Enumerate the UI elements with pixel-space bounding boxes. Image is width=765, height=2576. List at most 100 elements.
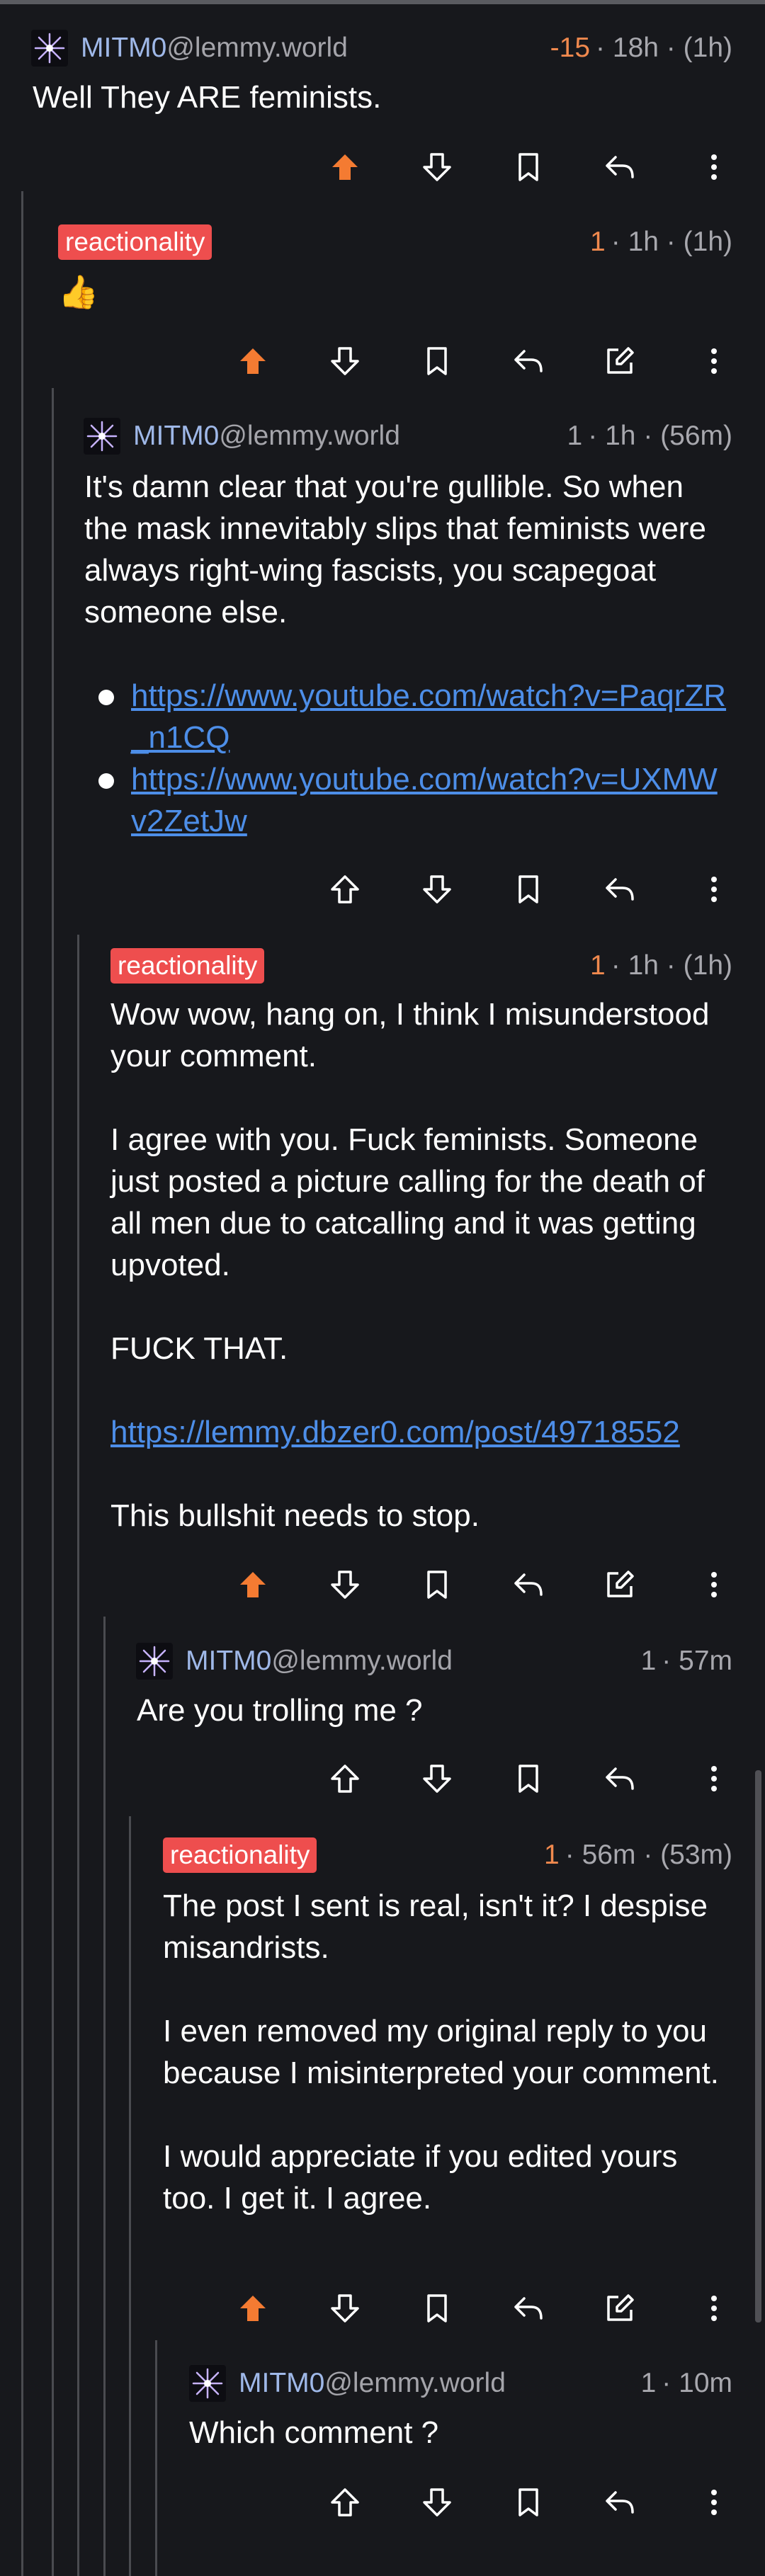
edit-button[interactable] xyxy=(599,340,641,382)
comment-actions xyxy=(0,1750,765,1807)
comment-meta: 1 · 56m · (53m) xyxy=(544,1834,732,1876)
downvote-button[interactable] xyxy=(416,868,458,911)
comment-actions xyxy=(0,2474,765,2531)
reply-icon xyxy=(606,1767,634,1790)
arrow-up-icon xyxy=(332,154,358,180)
timestamp: 10m xyxy=(679,2368,732,2398)
reply-button[interactable] xyxy=(599,146,641,188)
thread-line-1 xyxy=(21,191,23,2576)
comment-text: It's damn clear that you're gullible. So… xyxy=(84,469,706,629)
edited-time: (56m) xyxy=(660,421,732,451)
save-button[interactable] xyxy=(416,1563,458,1606)
comment-text: Well They ARE feminists. xyxy=(33,80,382,115)
upvote-button[interactable] xyxy=(232,2287,274,2330)
username-badge[interactable]: reactionality xyxy=(163,1837,317,1873)
youtube-link[interactable]: https://www.youtube.com/watch?v=UXMWv2Ze… xyxy=(131,762,718,838)
score: 1 xyxy=(590,227,606,257)
more-vertical-icon xyxy=(711,2296,717,2321)
upvote-button[interactable] xyxy=(324,2481,366,2524)
comment-meta: 1 · 1h · (56m) xyxy=(567,415,732,457)
avatar[interactable] xyxy=(31,30,68,67)
top-scrollbar-thumb[interactable] xyxy=(0,0,765,4)
reply-button[interactable] xyxy=(507,2287,550,2330)
username-badge[interactable]: reactionality xyxy=(58,224,212,260)
save-button[interactable] xyxy=(507,146,550,188)
reply-button[interactable] xyxy=(599,2481,641,2524)
avatar[interactable] xyxy=(136,1643,173,1680)
comment-header: MITM0 @lemmy.world xyxy=(31,27,348,69)
avatar[interactable] xyxy=(189,2365,226,2402)
username-badge[interactable]: reactionality xyxy=(110,948,265,984)
more-button[interactable] xyxy=(693,1757,735,1800)
author-name[interactable]: MITM0 xyxy=(133,421,219,452)
edit-button[interactable] xyxy=(599,2287,641,2330)
upvote-button[interactable] xyxy=(324,146,366,188)
timestamp: 18h xyxy=(612,33,659,63)
comment-text: FUCK THAT. xyxy=(110,1331,288,1366)
downvote-button[interactable] xyxy=(416,2481,458,2524)
save-button[interactable] xyxy=(416,340,458,382)
downvote-button[interactable] xyxy=(416,146,458,188)
reply-button[interactable] xyxy=(507,340,550,382)
upvote-button[interactable] xyxy=(232,340,274,382)
downvote-button[interactable] xyxy=(324,340,366,382)
upvote-button[interactable] xyxy=(232,1563,274,1606)
lemmy-post-link[interactable]: https://lemmy.dbzer0.com/post/49718552 xyxy=(110,1415,680,1449)
timestamp: 1h xyxy=(628,950,659,981)
link-list: https://www.youtube.com/watch?v=PaqrZR_n… xyxy=(84,675,729,842)
separator: · xyxy=(666,227,676,257)
downvote-button[interactable] xyxy=(324,1563,366,1606)
more-button[interactable] xyxy=(693,146,735,188)
arrow-up-icon xyxy=(240,1572,266,1597)
separator: · xyxy=(565,1840,574,1870)
upvote-button[interactable] xyxy=(324,868,366,911)
downvote-button[interactable] xyxy=(416,1757,458,1800)
comment-meta: 1 · 10m xyxy=(641,2362,732,2405)
more-button[interactable] xyxy=(693,340,735,382)
score: 1 xyxy=(544,1840,560,1870)
reply-button[interactable] xyxy=(507,1563,550,1606)
comment-header: MITM0 @lemmy.world xyxy=(189,2362,506,2405)
author-instance[interactable]: @lemmy.world xyxy=(271,1646,453,1677)
save-button[interactable] xyxy=(507,868,550,911)
edit-button[interactable] xyxy=(599,1563,641,1606)
thread-line-6 xyxy=(155,2340,157,2576)
more-button[interactable] xyxy=(693,2481,735,2524)
upvote-button[interactable] xyxy=(324,1757,366,1800)
reply-button[interactable] xyxy=(599,1757,641,1800)
author-name[interactable]: MITM0 xyxy=(186,1646,271,1677)
separator: · xyxy=(643,421,653,451)
more-button[interactable] xyxy=(693,868,735,911)
arrow-down-icon xyxy=(331,347,359,375)
youtube-link[interactable]: https://www.youtube.com/watch?v=PaqrZR_n… xyxy=(131,678,726,755)
separator: · xyxy=(662,1646,672,1676)
more-button[interactable] xyxy=(693,2287,735,2330)
author-name[interactable]: MITM0 xyxy=(81,33,166,64)
vertical-scrollbar[interactable] xyxy=(755,1770,761,2323)
comment-header: MITM0 @lemmy.world xyxy=(136,1640,453,1682)
thread-line-5 xyxy=(129,1816,131,2576)
save-button[interactable] xyxy=(507,1757,550,1800)
timestamp: 1h xyxy=(605,421,636,451)
author-instance[interactable]: @lemmy.world xyxy=(166,33,348,64)
comment-body: Well They ARE feminists. xyxy=(33,76,734,118)
author-instance[interactable]: @lemmy.world xyxy=(219,421,400,452)
comment-text: Wow wow, hang on, I think I misunderstoo… xyxy=(110,997,710,1073)
comment-text: I would appreciate if you edited yours t… xyxy=(163,2139,678,2216)
comment-meta: 1 · 1h · (1h) xyxy=(590,945,732,987)
comment-actions xyxy=(0,139,765,195)
arrow-up-icon xyxy=(240,2296,266,2321)
avatar[interactable] xyxy=(84,418,120,455)
downvote-button[interactable] xyxy=(324,2287,366,2330)
comment-text: The post I sent is real, isn't it? I des… xyxy=(163,1888,708,1965)
reply-button[interactable] xyxy=(599,868,641,911)
top-scrollbar[interactable] xyxy=(0,0,765,4)
save-button[interactable] xyxy=(507,2481,550,2524)
save-button[interactable] xyxy=(416,2287,458,2330)
comment-header: reactionality xyxy=(58,221,212,263)
list-item: https://www.youtube.com/watch?v=PaqrZR_n… xyxy=(84,675,729,758)
author-name[interactable]: MITM0 xyxy=(239,2368,324,2399)
author-instance[interactable]: @lemmy.world xyxy=(324,2368,506,2399)
more-button[interactable] xyxy=(693,1563,735,1606)
arrow-down-icon xyxy=(331,1571,359,1599)
